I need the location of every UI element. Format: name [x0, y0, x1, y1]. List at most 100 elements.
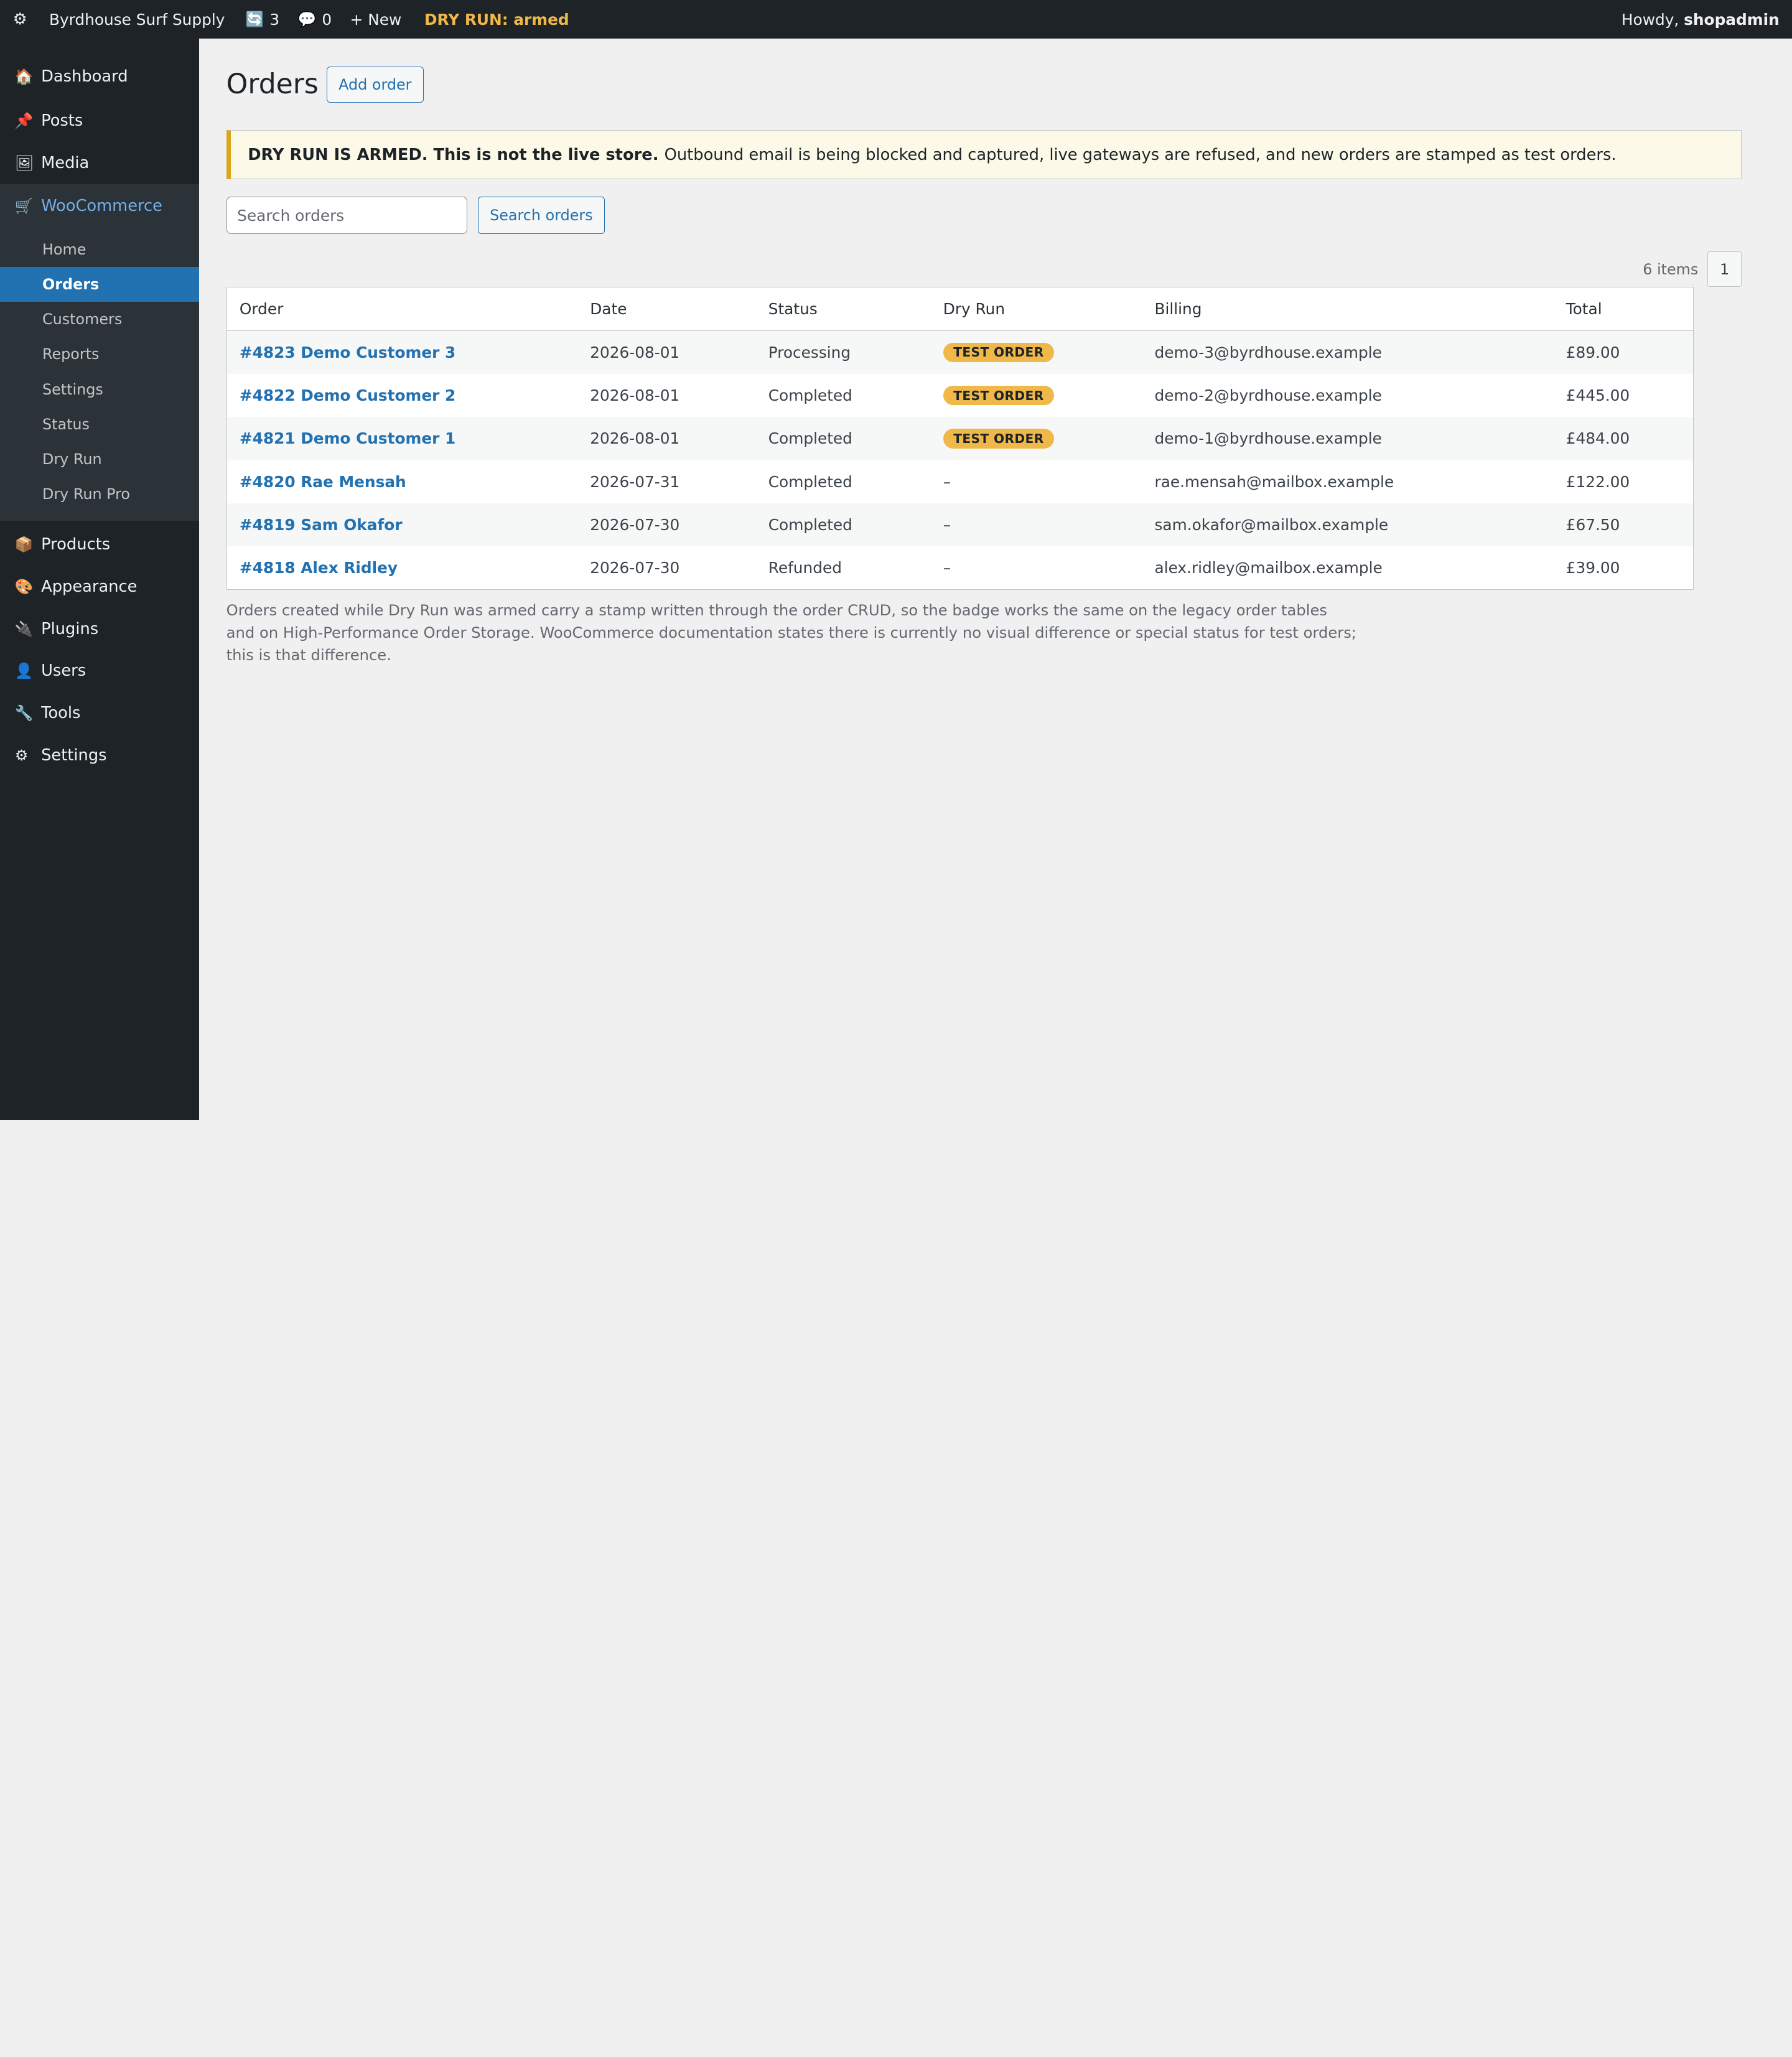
submenu-home[interactable]: Home [0, 232, 199, 267]
pin-icon: 📌 [14, 111, 34, 129]
media-icon: 🖼 [14, 154, 34, 172]
submenu-dry-run-pro[interactable]: Dry Run Pro [0, 477, 199, 511]
user-icon: 👤 [14, 662, 34, 680]
menu-posts[interactable]: 📌 Posts [0, 100, 199, 142]
column-dry-run[interactable]: Dry Run [930, 287, 1142, 331]
column-total[interactable]: Total [1553, 287, 1694, 331]
table-row: #4818 Alex Ridley 2026-07-30 Refunded – … [226, 546, 1694, 590]
order-total: £445.00 [1566, 386, 1630, 404]
updates-link[interactable]: 🔄 3 [236, 0, 289, 39]
wrench-icon: 🔧 [14, 704, 34, 722]
dry-run-empty: – [943, 516, 951, 534]
menu-dashboard[interactable]: 🏠 Dashboard [0, 54, 199, 99]
table-row: #4822 Demo Customer 2 2026-08-01 Complet… [226, 373, 1694, 417]
submenu-customers[interactable]: Customers [0, 302, 199, 337]
order-status: Processing [768, 343, 851, 361]
search-orders-button[interactable]: Search orders [477, 196, 605, 235]
woocommerce-submenu: Home Orders Customers Reports Settings S… [0, 227, 199, 521]
column-billing[interactable]: Billing [1142, 287, 1554, 331]
username: shopadmin [1684, 10, 1780, 29]
menu-plugins[interactable]: 🔌 Plugins [0, 608, 199, 650]
order-status: Completed [768, 429, 852, 448]
column-order[interactable]: Order [226, 287, 578, 331]
order-status: Completed [768, 386, 852, 404]
table-row: #4823 Demo Customer 3 2026-08-01 Process… [226, 330, 1694, 374]
menu-woocommerce[interactable]: 🛒 WooCommerce [0, 184, 199, 228]
test-order-badge: TEST ORDER [943, 342, 1055, 363]
add-order-button[interactable]: Add order [326, 66, 424, 103]
menu-products-label: Products [41, 534, 111, 554]
order-link[interactable]: #4822 Demo Customer 2 [240, 386, 455, 404]
order-total: £67.50 [1566, 516, 1620, 534]
order-link[interactable]: #4819 Sam Okafor [240, 516, 403, 534]
main-content: Orders Add order DRY RUN IS ARMED. This … [226, 39, 1747, 666]
table-row: #4819 Sam Okafor 2026-07-30 Completed – … [226, 503, 1694, 547]
submenu-reports[interactable]: Reports [0, 337, 199, 371]
order-date: 2026-07-30 [590, 516, 680, 534]
admin-sidebar: 🏠 Dashboard 📌 Posts 🖼 Media 🛒 WooCommerc… [0, 39, 199, 1120]
new-content-link[interactable]: + New [341, 0, 411, 39]
updates-count: 3 [269, 10, 280, 29]
order-link[interactable]: #4821 Demo Customer 1 [240, 429, 455, 447]
order-link[interactable]: #4820 Rae Mensah [240, 473, 406, 491]
items-count: 6 items [1643, 260, 1699, 278]
order-billing: demo-1@byrdhouse.example [1154, 429, 1382, 448]
order-billing: sam.okafor@mailbox.example [1154, 516, 1389, 534]
order-billing: rae.mensah@mailbox.example [1154, 472, 1394, 491]
comments-count: 0 [322, 10, 332, 29]
dry-run-status-link[interactable]: DRY RUN: armed [411, 0, 578, 39]
order-total: £122.00 [1566, 472, 1630, 491]
column-status[interactable]: Status [755, 287, 931, 331]
page-title: Orders [226, 68, 319, 101]
order-total: £484.00 [1566, 429, 1630, 448]
menu-dashboard-label: Dashboard [41, 67, 128, 86]
orders-table: Order Date Status Dry Run Billing Total … [226, 286, 1694, 590]
test-order-badge: TEST ORDER [943, 385, 1055, 406]
plug-icon: 🔌 [14, 620, 34, 638]
submenu-status[interactable]: Status [0, 407, 199, 442]
order-total: £39.00 [1566, 559, 1620, 577]
menu-media[interactable]: 🖼 Media [0, 142, 199, 184]
howdy-prefix: Howdy, [1621, 10, 1679, 29]
menu-media-label: Media [41, 153, 90, 172]
dry-run-empty: – [943, 472, 951, 491]
updates-icon: 🔄 [245, 11, 264, 29]
order-billing: demo-3@byrdhouse.example [1154, 343, 1382, 361]
test-order-badge: TEST ORDER [943, 429, 1055, 449]
cart-icon: 🛒 [14, 197, 34, 215]
palette-icon: 🎨 [14, 577, 34, 595]
order-link[interactable]: #4818 Alex Ridley [240, 559, 398, 577]
pagination: 6 items 1 [226, 251, 1742, 287]
settings-gear-icon: ⚙ [14, 747, 29, 765]
comments-link[interactable]: 💬 0 [289, 0, 341, 39]
column-date[interactable]: Date [577, 287, 756, 331]
search-input[interactable] [226, 196, 468, 235]
order-date: 2026-08-01 [590, 386, 680, 404]
comment-icon: 💬 [297, 11, 317, 29]
submenu-settings[interactable]: Settings [0, 372, 199, 407]
menu-appearance-label: Appearance [41, 577, 138, 596]
submenu-dry-run[interactable]: Dry Run [0, 442, 199, 477]
account-menu[interactable]: Howdy, shopadmin [1612, 0, 1792, 39]
order-status: Refunded [768, 559, 842, 577]
orders-footnote: Orders created while Dry Run was armed c… [226, 600, 1357, 664]
dashboard-icon: 🏠 [14, 68, 34, 86]
gear-icon[interactable]: ⚙ [0, 0, 40, 39]
order-date: 2026-07-30 [590, 559, 680, 577]
order-date: 2026-08-01 [590, 429, 680, 448]
menu-tools-label: Tools [41, 704, 81, 723]
table-row: #4821 Demo Customer 1 2026-08-01 Complet… [226, 417, 1694, 460]
menu-settings[interactable]: ⚙ Settings [0, 734, 199, 777]
menu-plugins-label: Plugins [41, 619, 99, 638]
menu-appearance[interactable]: 🎨 Appearance [0, 566, 199, 608]
menu-tools[interactable]: 🔧 Tools [0, 692, 199, 734]
menu-users[interactable]: 👤 Users [0, 650, 199, 693]
page-number[interactable]: 1 [1707, 251, 1742, 287]
order-link[interactable]: #4823 Demo Customer 3 [240, 343, 455, 361]
site-name-link[interactable]: Byrdhouse Surf Supply [40, 0, 236, 39]
notice-bold-text: DRY RUN IS ARMED. This is not the live s… [248, 145, 659, 164]
menu-products[interactable]: 📦 Products [0, 523, 199, 566]
submenu-orders[interactable]: Orders [0, 266, 199, 302]
order-billing: demo-2@byrdhouse.example [1154, 386, 1382, 404]
order-status: Completed [768, 516, 852, 534]
